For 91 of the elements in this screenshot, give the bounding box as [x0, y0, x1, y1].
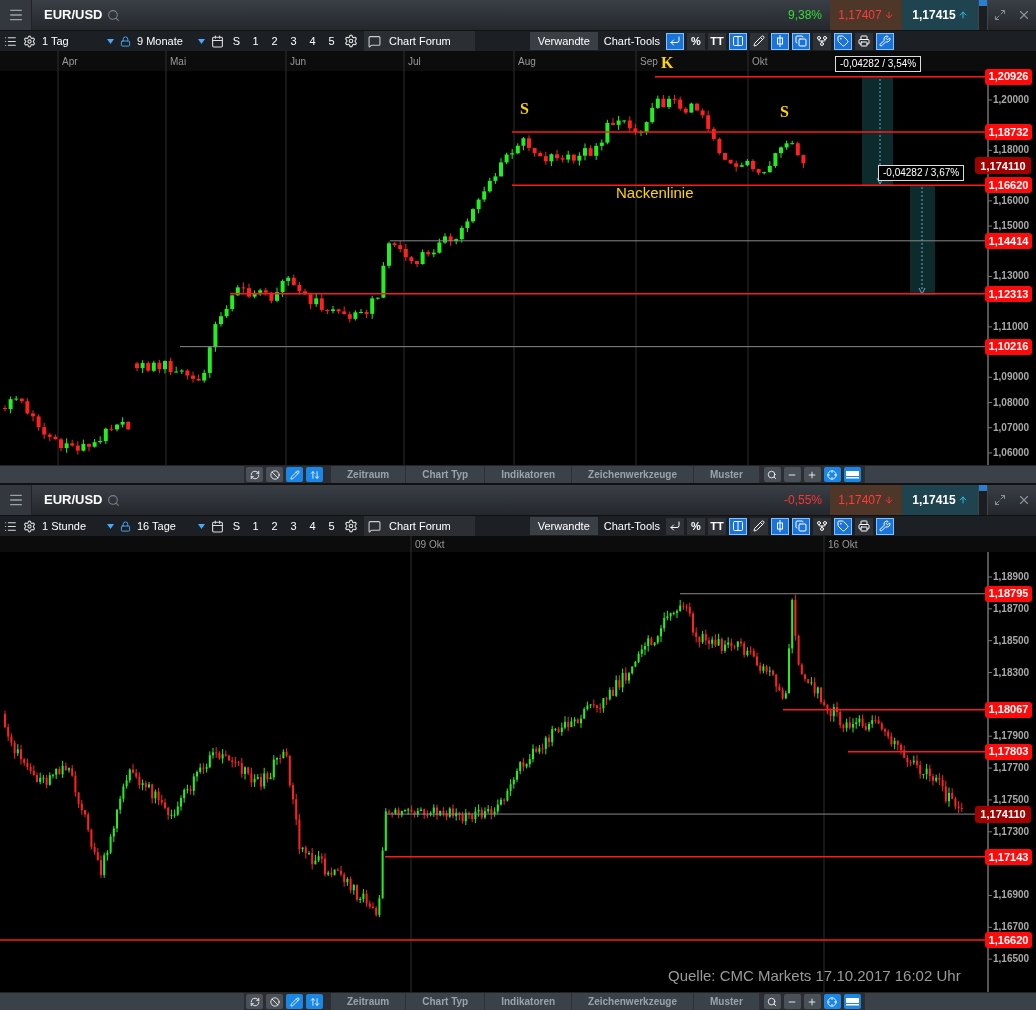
quick-range-button[interactable]: 5 [325, 517, 338, 535]
chart-tool-button[interactable]: % [687, 32, 705, 50]
price-axis-label: 1,17300 [993, 826, 1030, 837]
current-price-label: 1,174110 [975, 157, 1031, 175]
measurement-label: -0,04282 / 3,67% [878, 165, 965, 181]
date-axis-label: Jun [290, 55, 307, 69]
quick-range-button[interactable]: 1 [249, 32, 262, 50]
chart-tool-button[interactable]: TT [708, 517, 726, 535]
price-axis-label: 1,18500 [993, 635, 1030, 646]
quick-range-button[interactable]: 3 [287, 32, 300, 50]
quick-range-button[interactable]: 2 [268, 32, 281, 50]
price-level-label: 1,18795 [985, 585, 1032, 602]
related-button[interactable]: Verwandte [529, 32, 598, 50]
chart-forum-button[interactable]: Chart Forum [364, 516, 475, 536]
date-axis-label: Mai [170, 55, 187, 69]
price-axis-label: 1,16500 [993, 954, 1030, 965]
quick-range-button[interactable]: 5 [325, 32, 338, 50]
quick-range-button[interactable]: 4 [306, 517, 319, 535]
current-price-label: 1,174110 [975, 806, 1031, 824]
range-dropdown[interactable]: 16 Tage [137, 517, 205, 535]
date-axis-label: 09 Okt [415, 538, 445, 552]
symbol-title: EUR/USD [44, 491, 103, 510]
date-axis-label: Sep [640, 55, 658, 69]
measurement-label: -0,04282 / 3,54% [835, 56, 922, 72]
date-axis-label: Aug [518, 55, 536, 69]
date-axis-label: Apr [62, 55, 78, 69]
price-axis-label: 1,13000 [993, 271, 1030, 282]
interval-dropdown[interactable]: 1 Tag [42, 32, 114, 50]
date-axis-label: 16 Okt [828, 538, 858, 552]
price-level-label: 1,14414 [985, 232, 1032, 249]
date-axis-label: Okt [752, 55, 768, 69]
symbol-title: EUR/USD [44, 6, 103, 25]
bottom-tab[interactable]: Zeitraum [331, 466, 407, 483]
pattern-marker-label: S [780, 104, 789, 120]
price-axis-label: 1,06000 [993, 447, 1030, 458]
price-level-label: 1,18732 [985, 123, 1032, 140]
quick-range-button[interactable]: 1 [249, 517, 262, 535]
pattern-marker-label: K [661, 55, 674, 71]
price-axis-label: 1,16700 [993, 922, 1030, 933]
price-level-label: 1,12313 [985, 285, 1032, 302]
price-axis-label: 1,17900 [993, 731, 1030, 742]
chart-tools-label: Chart-Tools [603, 33, 660, 49]
price-axis-label: 1,17700 [993, 763, 1030, 774]
bottom-tab[interactable]: Chart Typ [406, 993, 486, 1010]
price-axis-label: 1,17500 [993, 794, 1030, 805]
range-dropdown[interactable]: 9 Monate [137, 32, 205, 50]
price-level-label: 1,16620 [985, 932, 1032, 949]
buy-price-button[interactable]: 1,17415 [902, 485, 978, 515]
date-axis-label: Jul [408, 55, 421, 69]
change-percent: 9,38% [787, 7, 822, 24]
quick-range-button[interactable]: 2 [268, 517, 281, 535]
price-axis-label: 1,07000 [993, 422, 1030, 433]
bottom-tab[interactable]: Muster [694, 993, 760, 1010]
bottom-tab[interactable]: Zeichenwerkzeuge [572, 993, 694, 1010]
chart-tool-button[interactable]: TT [708, 32, 726, 50]
price-level-label: 1,16620 [985, 177, 1032, 194]
pattern-marker-label: S [520, 101, 529, 117]
bottom-tab[interactable]: Zeitraum [331, 993, 407, 1010]
bottom-tab[interactable]: Zeichenwerkzeuge [572, 466, 694, 483]
price-level-label: 1,18067 [985, 701, 1032, 718]
bottom-tab[interactable]: Indikatoren [485, 466, 573, 483]
price-level-label: 1,17143 [985, 848, 1032, 865]
price-axis-label: 1,08000 [993, 397, 1030, 408]
chart-tool-button[interactable]: % [687, 517, 705, 535]
price-axis-label: 1,20000 [993, 95, 1030, 105]
chart-tools-label: Chart-Tools [603, 518, 660, 534]
price-axis-label: 1,09000 [993, 372, 1030, 383]
price-axis-label: 1,15000 [993, 221, 1030, 232]
bottom-tab[interactable]: Indikatoren [485, 993, 573, 1010]
related-button[interactable]: Verwandte [529, 517, 598, 535]
price-axis-label: 1,18300 [993, 667, 1030, 678]
buy-price-button[interactable]: 1,17415 [902, 0, 978, 30]
quick-range-button[interactable]: 3 [287, 517, 300, 535]
bottom-tab[interactable]: Chart Typ [406, 466, 486, 483]
change-percent: -0,55% [783, 492, 822, 509]
price-axis-label: 1,18700 [993, 603, 1030, 614]
price-level-label: 1,17803 [985, 743, 1032, 760]
price-axis-label: 1,18900 [993, 572, 1030, 582]
neckline-label: Nackenlinie [616, 185, 694, 200]
price-level-label: 1,10216 [985, 338, 1032, 355]
price-axis-label: 1,16000 [993, 195, 1030, 206]
bottom-tab[interactable]: Muster [694, 466, 760, 483]
quick-range-button[interactable]: 4 [306, 32, 319, 50]
price-axis-label: 1,18000 [993, 145, 1030, 156]
source-caption: Quelle: CMC Markets 17.10.2017 16:02 Uhr [668, 968, 961, 983]
interval-dropdown[interactable]: 1 Stunde [42, 517, 114, 535]
quick-range-button[interactable]: S [230, 517, 243, 535]
quick-range-button[interactable]: S [230, 32, 243, 50]
price-axis-label: 1,11000 [993, 321, 1029, 332]
chart-forum-button[interactable]: Chart Forum [364, 31, 475, 51]
price-axis-label: 1,16900 [993, 890, 1030, 901]
